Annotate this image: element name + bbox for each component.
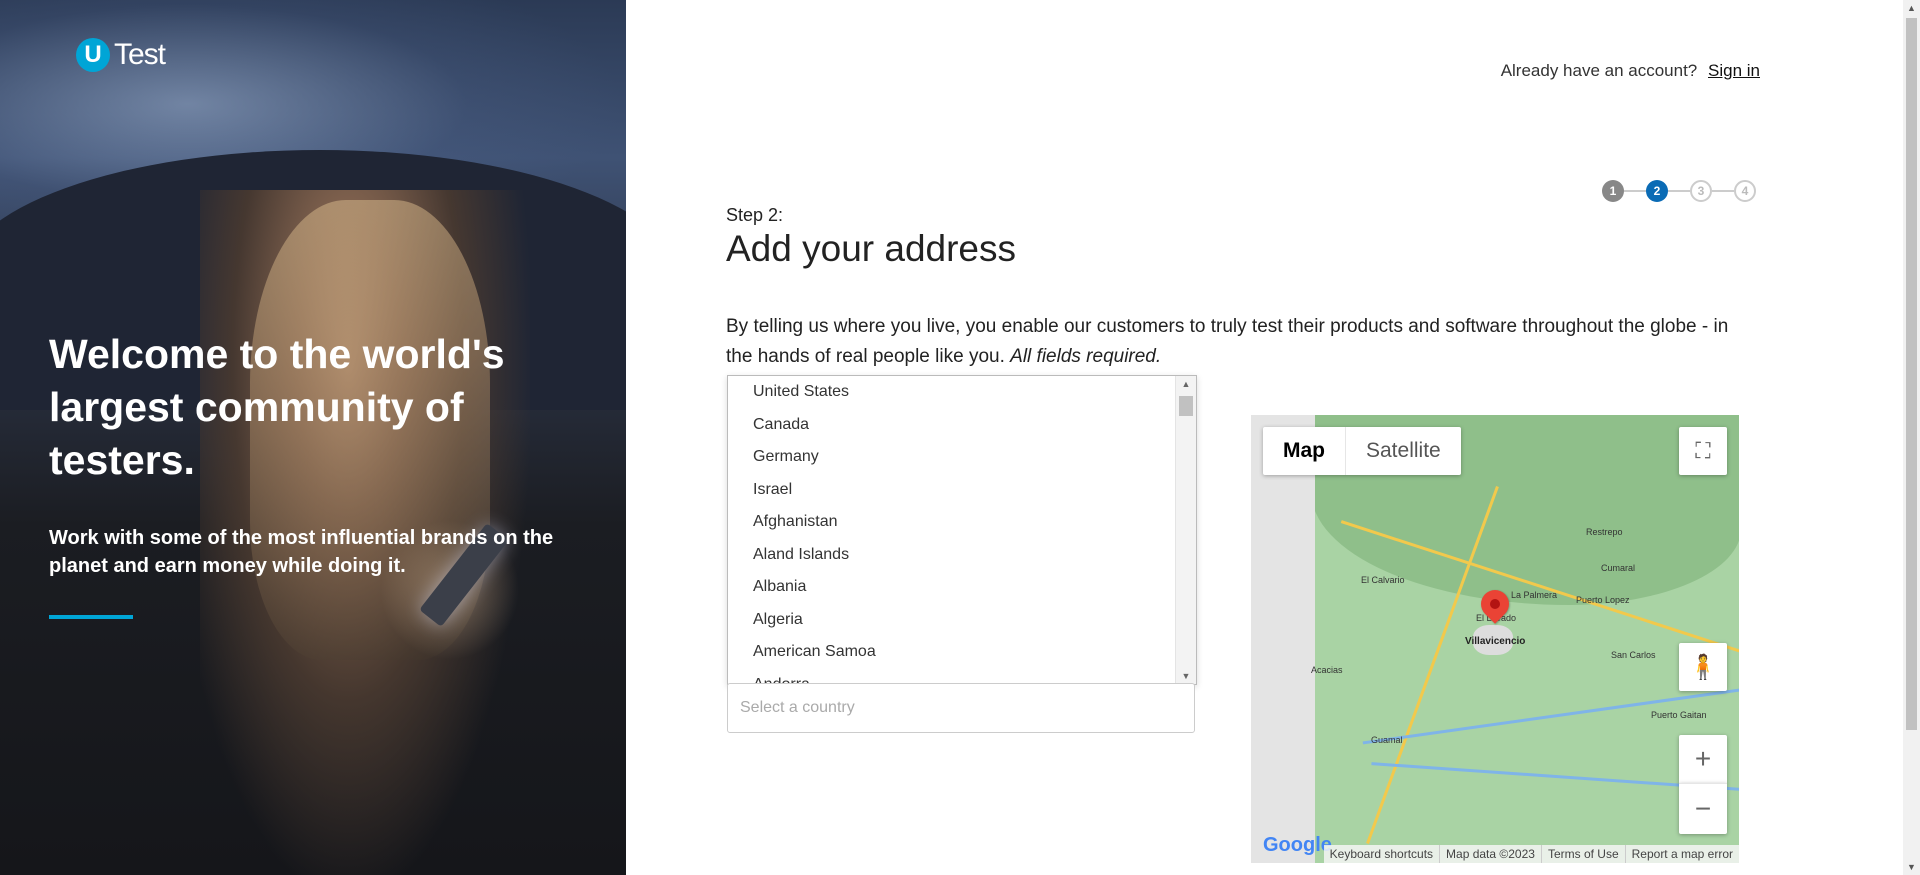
fullscreen-icon[interactable]: ⛶ (1679, 427, 1727, 475)
map-attribution-bar: Keyboard shortcuts Map data ©2023 Terms … (1323, 845, 1739, 863)
step-connector (1712, 190, 1734, 192)
step-1: 1 (1602, 180, 1624, 202)
signin-link[interactable]: Sign in (1708, 61, 1760, 80)
utest-logo-mark: U (76, 38, 110, 72)
hero-headline: Welcome to the world's largest community… (49, 331, 505, 483)
utest-logo[interactable]: U Test (76, 38, 166, 72)
page-scroll-thumb[interactable] (1906, 18, 1917, 730)
pegman-icon[interactable]: 🧍 (1679, 643, 1727, 691)
report-map-error-link[interactable]: Report a map error (1624, 845, 1739, 863)
map-place-label: Puerto Lopez (1576, 595, 1630, 605)
map-marker-label: Villavicencio (1465, 636, 1526, 647)
map-place-label: Restrepo (1586, 527, 1623, 537)
page-scrollbar[interactable]: ▲ ▼ (1903, 0, 1920, 875)
step-label: Step 2: (726, 205, 784, 225)
dropdown-scroll-thumb[interactable] (1179, 396, 1193, 416)
google-logo[interactable]: Google (1263, 834, 1332, 857)
step-connector (1624, 190, 1646, 192)
signin-prompt: Already have an account? Sign in (1501, 61, 1760, 81)
country-option[interactable]: Germany (728, 441, 1196, 474)
already-have-account-text: Already have an account? (1500, 61, 1698, 80)
hero-panel: U Test Welcome to the world's largest co… (0, 0, 626, 875)
terms-of-use-link[interactable]: Terms of Use (1540, 845, 1625, 863)
map-place-label: Guamal (1371, 735, 1403, 745)
map-type-map-button[interactable]: Map (1263, 427, 1346, 475)
dropdown-scrollbar[interactable]: ▲ ▼ (1175, 376, 1196, 684)
map-place-label: Cumaral (1601, 563, 1636, 573)
map-terrain-edge (1251, 415, 1315, 863)
country-option[interactable]: Aland Islands (728, 539, 1196, 572)
step-4: 4 (1734, 180, 1756, 202)
scroll-up-arrow-icon[interactable]: ▲ (1176, 379, 1196, 389)
description-text: By telling us where you live, you enable… (726, 316, 1729, 367)
country-option[interactable]: Albania (728, 571, 1196, 604)
country-option[interactable]: Afghanistan (728, 506, 1196, 539)
required-note: All fields required. (1010, 346, 1162, 367)
map-place-label: Acacias (1311, 665, 1343, 675)
country-select-input[interactable] (727, 683, 1195, 733)
country-option[interactable]: Canada (728, 409, 1196, 442)
progress-stepper: 1 2 3 4 (1602, 180, 1756, 202)
country-dropdown-list[interactable]: United States Canada Germany Israel Afgh… (727, 375, 1197, 685)
google-map[interactable]: Restrepo El Calvario Cumaral La Palmera … (1251, 415, 1739, 863)
utest-logo-text: Test (114, 38, 166, 71)
map-data-text: Map data ©2023 (1439, 845, 1541, 863)
country-option[interactable]: American Samoa (728, 636, 1196, 669)
country-option[interactable]: United States (728, 376, 1196, 409)
scroll-down-arrow-icon[interactable]: ▼ (1176, 671, 1196, 681)
step-connector (1668, 190, 1690, 192)
map-place-label: Puerto Gaitan (1651, 710, 1707, 720)
keyboard-shortcuts-link[interactable]: Keyboard shortcuts (1324, 845, 1439, 863)
map-type-control[interactable]: Map Satellite (1263, 427, 1461, 475)
form-description: By telling us where you live, you enable… (726, 312, 1756, 372)
hero-subheadline: Work with some of the most influential b… (49, 527, 554, 577)
scroll-down-arrow-icon[interactable]: ▼ (1903, 862, 1920, 872)
step-3: 3 (1690, 180, 1712, 202)
zoom-out-icon[interactable]: − (1679, 783, 1727, 834)
step-2: 2 (1646, 180, 1668, 202)
hero-accent-line (49, 615, 133, 619)
scroll-up-arrow-icon[interactable]: ▲ (1903, 3, 1920, 13)
map-place-label: La Palmera (1511, 590, 1558, 600)
country-option[interactable]: Israel (728, 474, 1196, 507)
zoom-in-icon[interactable]: + (1679, 735, 1727, 783)
page-title: Add your address (726, 228, 1017, 269)
map-place-label: El Calvario (1361, 575, 1405, 585)
map-type-satellite-button[interactable]: Satellite (1346, 427, 1461, 475)
country-option[interactable]: Algeria (728, 604, 1196, 637)
map-place-label: San Carlos (1611, 650, 1656, 660)
